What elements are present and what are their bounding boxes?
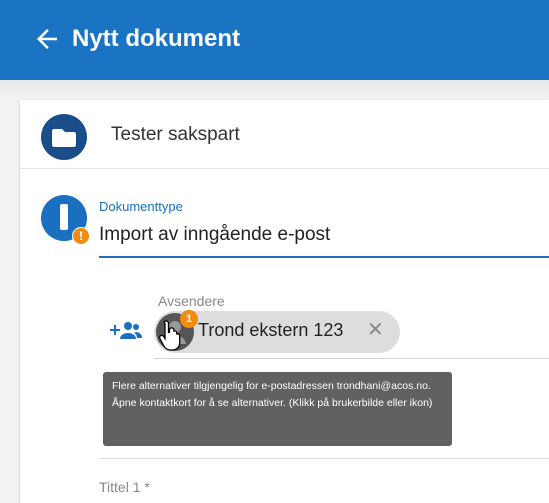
close-icon[interactable]: ✕: [367, 320, 387, 340]
document-type-field[interactable]: Import av inngående e-post: [99, 224, 330, 246]
folder-icon: [41, 114, 87, 160]
warning-icon: !: [72, 227, 90, 245]
tooltip: Flere alternativer tilgjengelig for e-po…: [103, 372, 452, 446]
hand-cursor-icon: [158, 320, 181, 351]
case-title: Tester sakspart: [111, 124, 240, 145]
senders-label: Avsendere: [158, 293, 225, 309]
page-title: Nytt dokument: [72, 25, 240, 52]
document-type-underline: [99, 256, 549, 258]
add-person-icon[interactable]: [108, 317, 142, 343]
title-field-label: Tittel 1 *: [99, 479, 150, 495]
sender-name: Trond ekstern 123: [198, 320, 344, 340]
document-type-label: Dokumenttype: [99, 199, 183, 214]
app-header: Nytt dokument: [0, 0, 549, 80]
case-row[interactable]: [20, 100, 549, 169]
back-arrow-icon[interactable]: [32, 24, 62, 54]
header-shadow: [0, 80, 549, 100]
senders-underline: [154, 358, 549, 359]
document-info-bar: [60, 204, 68, 230]
field-underline: [99, 458, 549, 459]
